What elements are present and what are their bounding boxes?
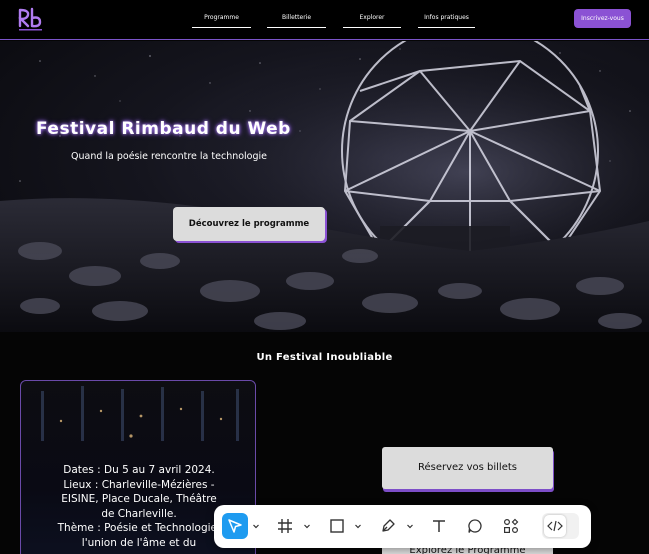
shape-tool-button[interactable] [324,513,350,539]
text-icon [433,520,445,532]
discover-program-button[interactable]: Découvrez le programme [173,207,325,241]
pen-icon [382,519,395,532]
book-tickets-button[interactable]: Réservez vos billets [382,447,553,489]
text-tool-button[interactable] [426,513,452,539]
chevron-down-icon[interactable] [303,522,311,530]
nav-link-programme[interactable]: Programme [192,8,251,28]
page: Programme Billetterie Explorer Infos pra… [0,0,649,554]
signup-button[interactable]: Inscrivez-vous [574,9,631,28]
components-tool-button[interactable] [498,513,524,539]
nav-link-explorer[interactable]: Explorer [343,8,401,28]
hero-subtitle: Quand la poésie rencontre la technologie [71,151,268,162]
chevron-down-icon[interactable] [354,522,362,530]
frame-icon [278,519,292,533]
code-toggle-knob [544,515,566,537]
rimbaud-web-logo[interactable] [17,6,45,34]
frame-tool-button[interactable] [272,513,298,539]
nav-link-billetterie[interactable]: Billetterie [267,8,326,28]
code-icon [547,520,563,532]
info-line-dates: Dates : Du 5 au 7 avril 2024. [63,464,215,476]
editor-toolbar [214,505,591,548]
chevron-down-icon[interactable] [406,522,414,530]
hero-section: Festival Rimbaud du Web Quand la poésie … [0,41,649,332]
comment-icon [468,519,482,533]
pointer-icon [228,519,242,533]
components-icon [503,518,519,534]
top-navigation: Programme Billetterie Explorer Infos pra… [0,0,649,40]
pen-tool-button[interactable] [375,513,401,539]
pointer-tool-button[interactable] [222,513,248,539]
nav-link-infos-pratiques[interactable]: Infos pratiques [418,8,475,28]
comment-tool-button[interactable] [462,513,488,539]
chevron-down-icon[interactable] [252,522,260,530]
section-title: Un Festival Inoubliable [256,352,393,363]
hero-background-image [0,41,649,332]
rectangle-icon [330,519,344,533]
hero-title: Festival Rimbaud du Web [36,119,291,139]
info-line-venue: Lieux : Charleville-Mézières - [63,478,215,491]
code-toggle[interactable] [542,513,579,539]
